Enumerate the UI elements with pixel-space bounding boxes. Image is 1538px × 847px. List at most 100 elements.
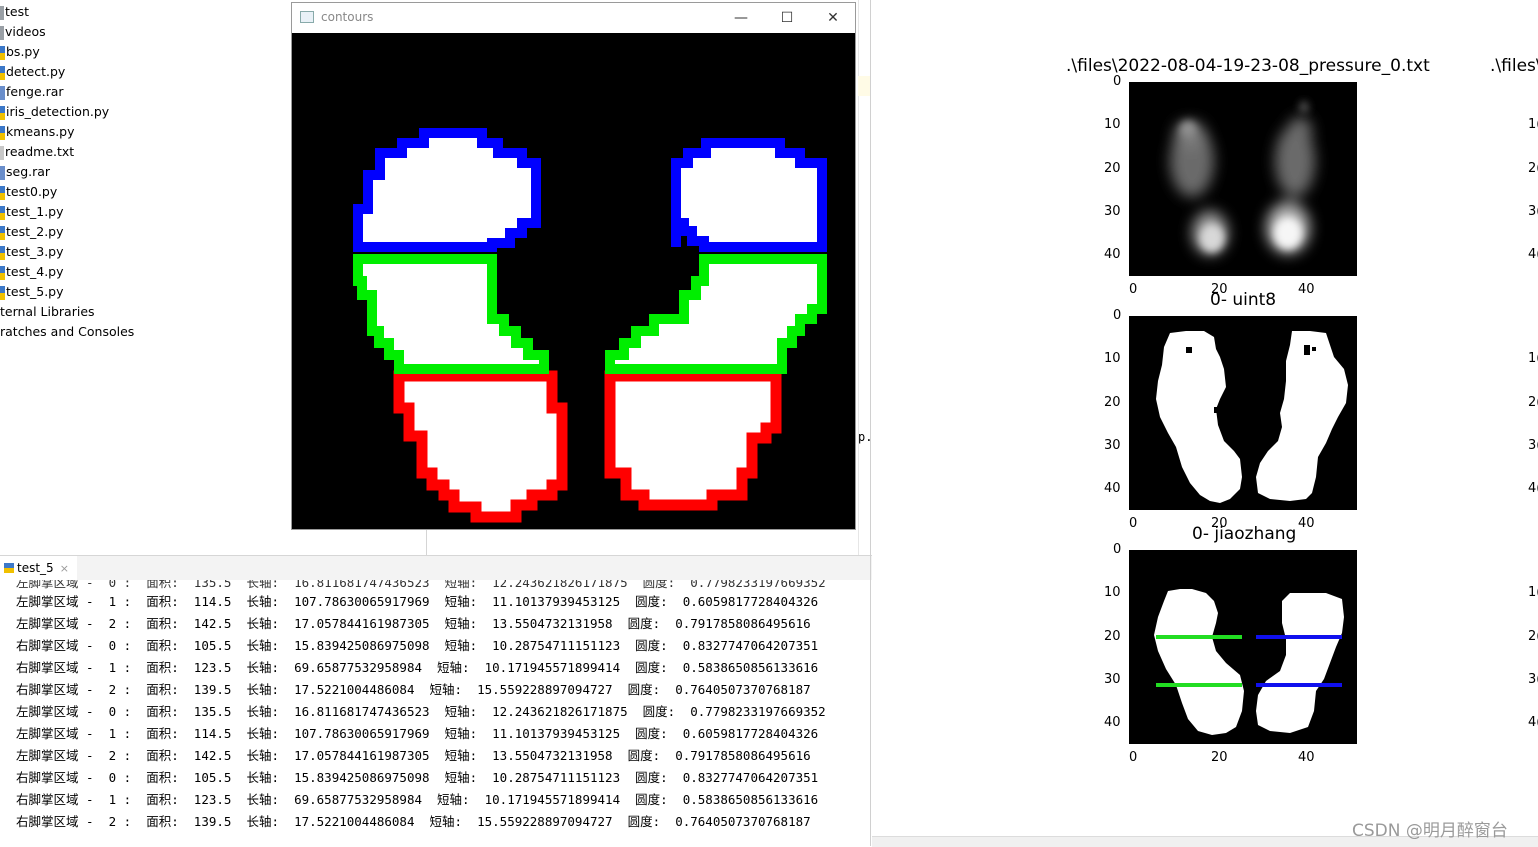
tab-close-icon[interactable]: × xyxy=(60,562,69,575)
pressure-heatmap-axes xyxy=(1129,82,1357,276)
plot3-ytick-30: 30 xyxy=(1104,672,1121,687)
plot1-ytick-10: 10 xyxy=(1104,117,1121,132)
right-foot-forefoot xyxy=(671,138,827,252)
folder-icon xyxy=(0,5,4,20)
plot2-ytick-40: 40 xyxy=(1104,481,1121,496)
tree-item-label: bs.py xyxy=(6,44,40,59)
console-line: 右脚掌区域 - 1 : 面积: 123.5 长轴: 69.65877532958… xyxy=(16,660,819,675)
tree-item[interactable]: videos xyxy=(0,22,46,42)
panel-divider xyxy=(426,530,427,555)
jiaozhang-image xyxy=(1130,551,1356,743)
console-line: 左脚掌区域 - 2 : 面积: 142.5 长轴: 17.05784416198… xyxy=(16,616,811,631)
right-ytick-30: 3( xyxy=(1528,204,1538,219)
contours-window-titlebar[interactable]: contours — ☐ ✕ xyxy=(292,3,855,33)
editor-current-line xyxy=(858,76,870,96)
window-app-icon xyxy=(300,11,314,23)
python-file-icon xyxy=(0,125,5,140)
right-ytick-10b: 1( xyxy=(1528,351,1538,366)
plot1-xtick-0: 0 xyxy=(1129,282,1138,297)
plot2-ytick-0: 0 xyxy=(1113,308,1122,323)
close-button[interactable]: ✕ xyxy=(810,3,856,33)
archive-icon xyxy=(0,85,5,100)
tree-item[interactable]: test0.py xyxy=(0,182,57,202)
tree-item[interactable]: seg.rar xyxy=(0,162,50,182)
plot2-ytick-30: 30 xyxy=(1104,438,1121,453)
contours-image xyxy=(292,33,855,529)
tab-label: test_5 xyxy=(17,561,54,575)
right-ytick-10: 1( xyxy=(1528,117,1538,132)
python-file-icon xyxy=(0,185,5,200)
tree-item[interactable]: iris_detection.py xyxy=(0,102,109,122)
tree-item-label: test_2.py xyxy=(6,224,64,239)
console-line: 右脚掌区域 - 2 : 面积: 139.5 长轴: 17.52210044860… xyxy=(16,814,811,829)
plot1-ytick-30: 30 xyxy=(1104,204,1121,219)
console-line: 右脚掌区域 - 0 : 面积: 105.5 长轴: 15.83942508697… xyxy=(16,638,819,653)
tree-item[interactable]: detect.py xyxy=(0,62,65,82)
tree-item[interactable]: readme.txt xyxy=(0,142,74,162)
run-console-tabbar: test_5 × xyxy=(0,555,872,582)
right-ytick-20c: 2( xyxy=(1528,629,1538,644)
tree-item-label: ratches and Consoles xyxy=(0,324,135,339)
tree-item[interactable]: ratches and Consoles xyxy=(0,322,134,342)
tree-item[interactable]: test_5.py xyxy=(0,282,64,302)
right-ytick-20b: 2( xyxy=(1528,395,1538,410)
plot1-right-title: .\files\ xyxy=(1490,56,1538,76)
tree-item[interactable]: test_2.py xyxy=(0,222,64,242)
console-line-partial: 左脚掌区域 - 0 : 面积: 135.5 长轴: 16.81168174743… xyxy=(16,580,826,590)
tab-test-5[interactable]: test_5 × xyxy=(0,556,77,582)
tree-item[interactable]: test_3.py xyxy=(0,242,64,262)
folder-icon xyxy=(0,25,4,40)
python-file-icon xyxy=(0,205,5,220)
plot2-xtick-0: 0 xyxy=(1129,516,1138,531)
console-output[interactable]: 左脚掌区域 - 0 : 面积: 135.5 长轴: 16.81168174743… xyxy=(0,580,872,846)
right-ytick-40c: 4( xyxy=(1528,715,1538,730)
right-ytick-20: 2( xyxy=(1528,161,1538,176)
plot3-ytick-40: 40 xyxy=(1104,715,1121,730)
tree-item[interactable]: test xyxy=(0,2,29,22)
tree-item[interactable]: bs.py xyxy=(0,42,40,62)
tree-item-label: test_4.py xyxy=(6,264,64,279)
right-ytick-30b: 3( xyxy=(1528,438,1538,453)
tree-item[interactable]: ternal Libraries xyxy=(0,302,95,322)
project-tree: test videos bs.py detect.py fenge.rar iris_de… xyxy=(0,0,290,350)
contours-window-title: contours xyxy=(321,10,374,24)
plot3-xtick-40: 40 xyxy=(1298,750,1315,765)
python-file-icon xyxy=(0,45,5,60)
python-run-icon xyxy=(4,563,14,573)
plot2-ytick-20: 20 xyxy=(1104,395,1121,410)
tree-item-label: kmeans.py xyxy=(6,124,75,139)
minimize-button[interactable]: — xyxy=(718,3,764,33)
plot3-xtick-0: 0 xyxy=(1129,750,1138,765)
plot1-ytick-0: 0 xyxy=(1113,74,1122,89)
plot3-title: 0- jiaozhang xyxy=(1192,524,1297,544)
pressure-heatmap xyxy=(1170,101,1315,255)
uint8-axes xyxy=(1129,316,1357,510)
tree-item[interactable]: fenge.rar xyxy=(0,82,64,102)
plot3-ytick-20: 20 xyxy=(1104,629,1121,644)
tree-item-label: test0.py xyxy=(6,184,58,199)
left-foot-forefoot xyxy=(353,128,541,252)
plot3-ytick-10: 10 xyxy=(1104,585,1121,600)
text-file-icon xyxy=(0,145,4,160)
window-divider xyxy=(870,0,871,846)
uint8-binary-image xyxy=(1130,317,1356,509)
plot3-xtick-20: 20 xyxy=(1211,750,1228,765)
tree-item[interactable]: test_1.py xyxy=(0,202,64,222)
right-ytick-40b: 4( xyxy=(1528,481,1538,496)
tree-item[interactable]: kmeans.py xyxy=(0,122,75,142)
maximize-button[interactable]: ☐ xyxy=(764,3,810,33)
plot2-ytick-10: 10 xyxy=(1104,351,1121,366)
console-line: 右脚掌区域 - 1 : 面积: 123.5 长轴: 69.65877532958… xyxy=(16,792,819,807)
python-file-icon xyxy=(0,245,5,260)
console-line: 左脚掌区域 - 1 : 面积: 114.5 长轴: 107.7863006591… xyxy=(16,726,819,741)
plot1-title: .\files\2022-08-04-19-23-08_pressure_0.t… xyxy=(1066,56,1430,76)
tree-item-label: ternal Libraries xyxy=(0,304,95,319)
tree-item-label: test_1.py xyxy=(6,204,64,219)
archive-icon xyxy=(0,165,5,180)
tree-item-label: test_3.py xyxy=(6,244,64,259)
right-ytick-10c: 1( xyxy=(1528,585,1538,600)
plot1-ytick-20: 20 xyxy=(1104,161,1121,176)
right-ytick-30c: 3( xyxy=(1528,672,1538,687)
tree-item[interactable]: test_4.py xyxy=(0,262,64,282)
contours-window[interactable]: contours — ☐ ✕ xyxy=(291,2,856,530)
